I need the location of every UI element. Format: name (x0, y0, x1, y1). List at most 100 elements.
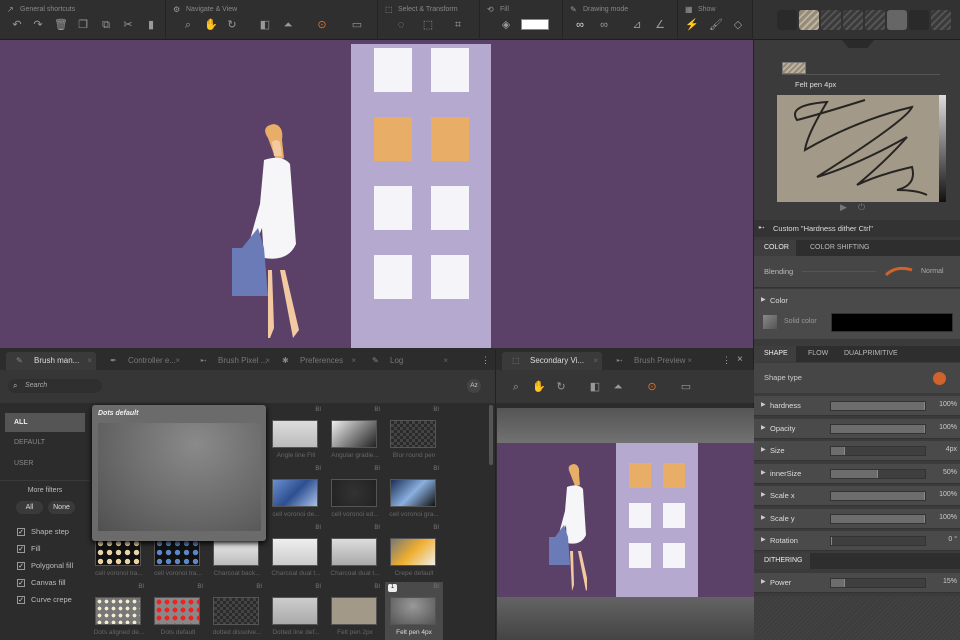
hand-icon[interactable]: ✋ (531, 379, 547, 395)
close-icon[interactable]: × (265, 352, 270, 370)
param-row-innersize[interactable]: ▶ innerSize 50% (754, 463, 960, 484)
link2-icon[interactable]: ∞ (596, 17, 612, 33)
custom-brush-row[interactable]: ➸ Custom "Hardness dither Ctrl" (754, 220, 960, 237)
param-row-size[interactable]: ▶ Size 4px (754, 441, 960, 461)
filter-checkbox[interactable]: ✓ Shape step (17, 527, 69, 536)
brush-item[interactable]: BI Dots default (149, 582, 207, 640)
flip-h-icon[interactable]: ◧ (587, 379, 603, 395)
filter-checkbox[interactable]: ✓ Polygonal fill (17, 561, 73, 570)
param-row-opacity[interactable]: ▶ Opacity 100% (754, 418, 960, 439)
tab-preferences[interactable]: ✱ Preferences × (272, 352, 360, 370)
color-swatch[interactable] (831, 313, 953, 332)
expand-arrow-icon[interactable]: ▶ (761, 401, 766, 408)
paste-icon[interactable]: ▮ (143, 17, 159, 33)
tab-brush-preview[interactable]: ➸ Brush Preview × (606, 352, 696, 370)
ruler-icon[interactable]: ⊿ (629, 17, 645, 33)
brush-item[interactable]: 1 BI Felt pen 4px (385, 582, 443, 640)
search-input[interactable]: ⌕ Search (8, 379, 102, 393)
brush-preset[interactable] (821, 10, 841, 30)
param-value[interactable]: 100% (939, 491, 957, 498)
brush-preset[interactable] (777, 10, 797, 30)
scrollbar[interactable] (489, 405, 493, 465)
param-value[interactable]: 100% (939, 514, 957, 521)
tab-secondary-view[interactable]: ⬚ Secondary Vi... × (502, 352, 602, 370)
expand-arrow-icon[interactable]: ▶ (761, 446, 766, 453)
link-icon[interactable]: ∞ (572, 17, 588, 33)
rotate-icon[interactable]: ↻ (224, 17, 240, 33)
zoom-icon[interactable]: ⌕ (508, 379, 524, 395)
undo-icon[interactable]: ↶ (9, 17, 25, 33)
trash-icon[interactable]: 🗑 (53, 17, 69, 33)
brush-item[interactable]: BI Charcoal dual t... (267, 523, 325, 581)
brush-preview-canvas[interactable] (777, 95, 947, 202)
plug-icon[interactable]: ⚡ (684, 17, 700, 33)
layers-icon[interactable]: ⧉ (98, 17, 114, 33)
brush-item[interactable]: BI cell voronoi gra... (385, 464, 443, 522)
category-user[interactable]: USER (14, 460, 33, 467)
play-icon[interactable]: ▶ (840, 202, 847, 213)
param-row-power[interactable]: ▶ Power 15% (754, 573, 960, 593)
brush-preset[interactable] (843, 10, 863, 30)
tab-color[interactable]: COLOR (754, 240, 796, 256)
brush-item[interactable]: BI cell voronoi de... (267, 464, 325, 522)
fill-color-swatch[interactable] (521, 19, 549, 30)
tab-color-shifting[interactable]: COLOR SHIFTING (800, 240, 880, 256)
category-default[interactable]: DEFAULT (14, 439, 45, 446)
tab-controller[interactable]: ✒ Controller e... × (100, 352, 184, 370)
zoom-icon[interactable]: ⌕ (180, 17, 196, 33)
brush-item[interactable]: BI Dotted line def... (267, 582, 325, 640)
blending-row[interactable]: Blending Normal (754, 256, 960, 288)
tab-log[interactable]: ✎ Log × (362, 352, 452, 370)
hand-icon[interactable]: ✋ (203, 17, 219, 33)
expand-arrow-icon[interactable]: ▶ (761, 536, 766, 543)
param-slider[interactable] (830, 423, 926, 434)
brush-item[interactable]: BI Angle line Fill (267, 405, 325, 463)
zoom-reset-icon[interactable]: ⊙ (644, 379, 660, 395)
more-menu-icon[interactable]: ⋮ (722, 355, 731, 366)
brush-icon[interactable]: 🖌 (708, 17, 724, 33)
param-slider[interactable] (830, 401, 926, 411)
param-value[interactable]: 50% (943, 469, 957, 476)
param-slider[interactable] (830, 446, 926, 456)
close-icon[interactable]: × (87, 352, 92, 370)
lasso-icon[interactable]: ◌ (393, 17, 409, 33)
rect-select-icon[interactable]: ⬚ (420, 17, 436, 33)
select-none-button[interactable]: None (48, 501, 75, 514)
redo-icon[interactable]: ↷ (30, 17, 46, 33)
brush-item[interactable]: BI Felt pen 2px (326, 582, 384, 640)
brush-item[interactable]: BI Blur round pen (385, 405, 443, 463)
angle-icon[interactable]: ∠ (652, 17, 668, 33)
tab-dithering[interactable]: DITHERING (754, 553, 810, 569)
main-canvas[interactable] (0, 40, 753, 348)
zoom-reset-icon[interactable]: ⊙ (314, 17, 330, 33)
tab-flow[interactable]: FLOW (798, 346, 838, 362)
brush-item[interactable]: BI Charcoal dual t... (326, 523, 384, 581)
brush-preset[interactable] (887, 10, 907, 30)
tab-shape[interactable]: SHAPE (754, 346, 796, 362)
expand-arrow-icon[interactable]: ▶ (761, 296, 766, 303)
brush-preset-active[interactable] (799, 10, 819, 30)
brush-item[interactable]: BI Angular gradie... (326, 405, 384, 463)
param-slider[interactable] (830, 513, 926, 524)
brush-item[interactable]: BI dotted dissolve... (208, 582, 266, 640)
param-row-hardness[interactable]: ▶ hardness 100% (754, 396, 960, 416)
flip-h-icon[interactable]: ◧ (257, 17, 273, 33)
shape-type-row[interactable]: Shape type (754, 363, 960, 393)
expand-arrow-icon[interactable]: ▶ (761, 469, 766, 476)
close-icon[interactable]: × (351, 352, 356, 370)
tab-dualprimitive[interactable]: DUALPRIMITIVE (834, 346, 908, 362)
param-slider[interactable] (830, 491, 926, 501)
shape-circle-icon[interactable] (933, 372, 946, 385)
category-all[interactable]: ALL (5, 413, 85, 432)
expand-arrow-icon[interactable]: ▶ (761, 491, 766, 498)
expand-arrow-icon[interactable]: ▶ (761, 578, 766, 585)
flip-v-icon[interactable]: ⏶ (280, 17, 296, 33)
screen-icon[interactable]: ▭ (349, 17, 365, 33)
sort-az-button[interactable]: Az (467, 379, 481, 393)
scissors-icon[interactable]: ✂ (120, 17, 136, 33)
expand-arrow-icon[interactable]: ▶ (761, 514, 766, 521)
brush-preset[interactable] (931, 10, 951, 30)
brush-item[interactable]: BI Dots aligned de... (90, 582, 148, 640)
param-row-scale-x[interactable]: ▶ Scale x 100% (754, 486, 960, 506)
collapse-handle[interactable] (842, 40, 874, 48)
